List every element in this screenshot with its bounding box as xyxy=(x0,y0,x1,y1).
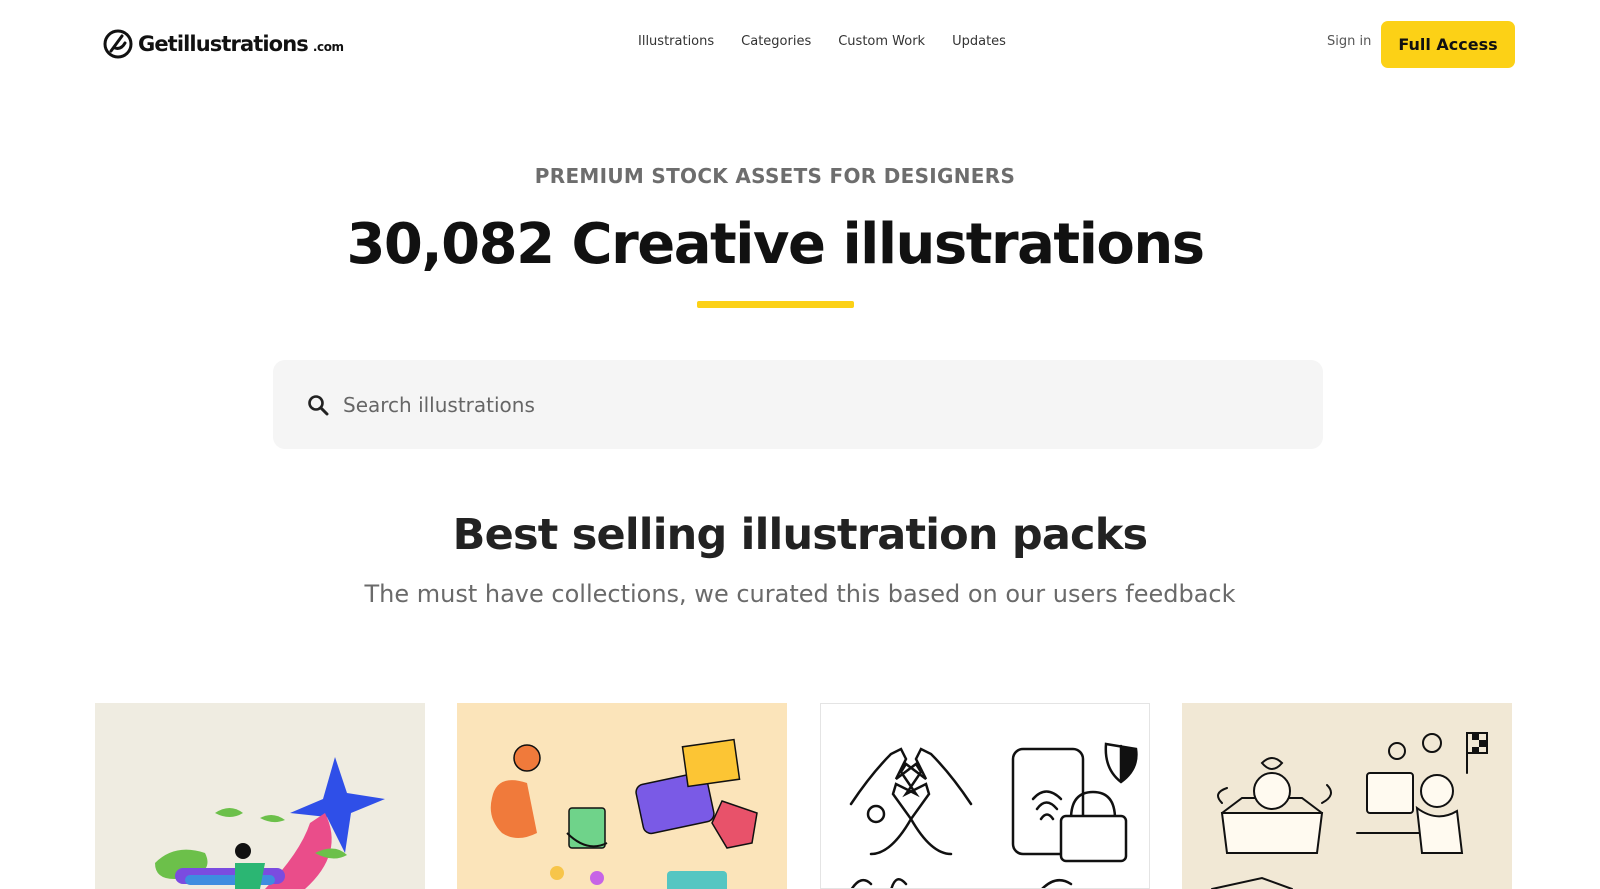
nav-illustrations[interactable]: Illustrations xyxy=(638,34,714,49)
hero-title: 30,082 Creative illustrations xyxy=(346,212,1205,277)
logo-suffix: .com xyxy=(312,40,344,54)
pack-illustration-2 xyxy=(490,738,758,889)
sign-in-link[interactable]: Sign in xyxy=(1327,34,1371,49)
main-nav: Illustrations Categories Custom Work Upd… xyxy=(638,34,1006,49)
pack-card-2[interactable] xyxy=(457,703,787,889)
pack-illustration-1 xyxy=(155,757,385,889)
title-underline xyxy=(697,301,854,308)
nav-categories[interactable]: Categories xyxy=(741,34,811,49)
search-input[interactable] xyxy=(343,388,1243,422)
site-header: Getillustrations .com Illustrations Categ… xyxy=(0,0,1600,90)
search-bar[interactable] xyxy=(273,360,1323,449)
logo-brand: Getillustrations xyxy=(138,32,309,56)
pack-card-4[interactable] xyxy=(1182,703,1512,889)
nav-updates[interactable]: Updates xyxy=(952,34,1006,49)
pack-illustration-4 xyxy=(1211,732,1488,889)
logo-mark-icon xyxy=(103,29,133,59)
section-subtitle: The must have collections, we curated th… xyxy=(364,580,1236,608)
search-icon xyxy=(308,395,329,416)
hero-eyebrow: PREMIUM STOCK ASSETS FOR DESIGNERS xyxy=(534,164,1016,188)
section-title: Best selling illustration packs xyxy=(452,510,1149,560)
pack-card-1[interactable] xyxy=(95,703,425,889)
pack-card-3[interactable] xyxy=(820,703,1150,889)
full-access-button[interactable]: Full Access xyxy=(1381,21,1515,68)
site-logo[interactable]: Getillustrations .com xyxy=(102,28,344,60)
nav-custom-work[interactable]: Custom Work xyxy=(838,34,925,49)
pack-illustration-3 xyxy=(849,742,1138,888)
